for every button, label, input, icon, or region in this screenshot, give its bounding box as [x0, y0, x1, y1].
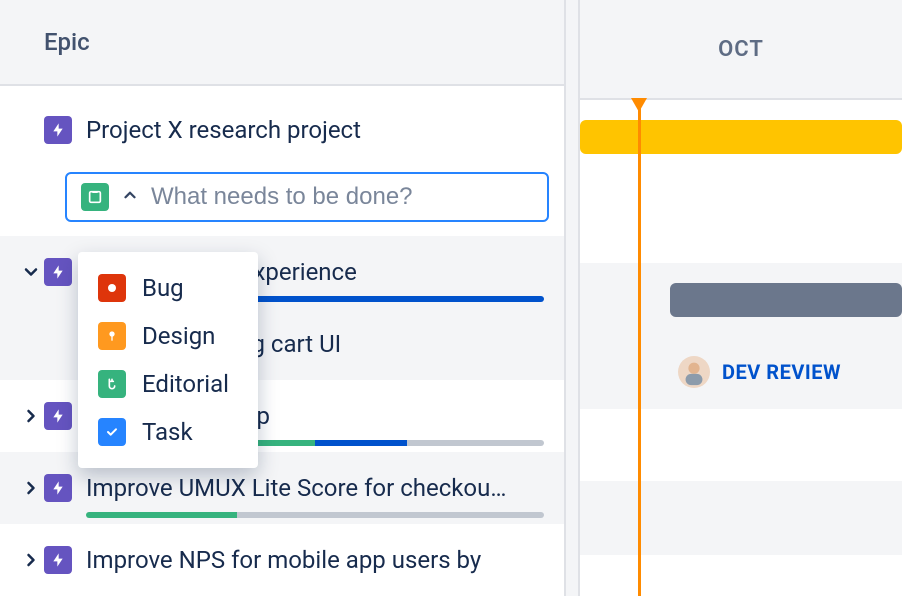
epic-label: Improve UMUX Lite Score for checkou…	[86, 474, 506, 502]
option-label: Bug	[142, 274, 184, 302]
epic-label: Improve NPS for mobile app users by	[86, 546, 481, 574]
epic-icon	[44, 258, 72, 286]
chevron-up-icon[interactable]	[121, 186, 139, 208]
create-issue-input-container[interactable]	[65, 172, 549, 222]
issue-type-selected-icon[interactable]	[81, 183, 109, 211]
epic-label: Project X research project	[86, 116, 361, 144]
issue-type-option-design[interactable]: Design	[78, 312, 258, 360]
option-label: Design	[142, 322, 215, 350]
chevron-right-icon[interactable]	[18, 550, 44, 570]
option-label: Editorial	[142, 370, 229, 398]
create-issue-input[interactable]	[151, 183, 533, 211]
issue-type-option-bug[interactable]: Bug	[78, 264, 258, 312]
issue-type-option-task[interactable]: Task	[78, 408, 258, 456]
chevron-right-icon[interactable]	[18, 406, 44, 426]
task-icon	[98, 418, 126, 446]
timeline-bar[interactable]	[670, 283, 902, 317]
epic-icon	[44, 474, 72, 502]
epic-row[interactable]: Project X research project	[0, 86, 564, 158]
today-marker	[638, 100, 641, 596]
progress-bar	[86, 512, 544, 518]
month-label: OCT	[718, 37, 764, 62]
editorial-icon	[98, 370, 126, 398]
panel-splitter[interactable]	[566, 0, 580, 596]
column-header-label: Epic	[44, 28, 90, 56]
epic-icon	[44, 402, 72, 430]
timeline-bar[interactable]	[580, 120, 902, 154]
timeline-header: OCT	[580, 0, 902, 100]
bug-icon	[98, 274, 126, 302]
option-label: Task	[142, 418, 193, 446]
issue-type-dropdown[interactable]: Bug Design Editorial Task	[78, 252, 258, 468]
epic-icon	[44, 116, 72, 144]
assignee-avatar[interactable]	[678, 356, 710, 388]
epic-icon	[44, 546, 72, 574]
chevron-right-icon[interactable]	[18, 478, 44, 498]
column-header-epic: Epic	[0, 0, 564, 86]
issue-type-option-editorial[interactable]: Editorial	[78, 360, 258, 408]
status-badge[interactable]: DEV REVIEW	[722, 360, 841, 384]
design-icon	[98, 322, 126, 350]
epic-row[interactable]: Improve NPS for mobile app users by	[0, 524, 564, 596]
chevron-down-icon[interactable]	[18, 262, 44, 282]
